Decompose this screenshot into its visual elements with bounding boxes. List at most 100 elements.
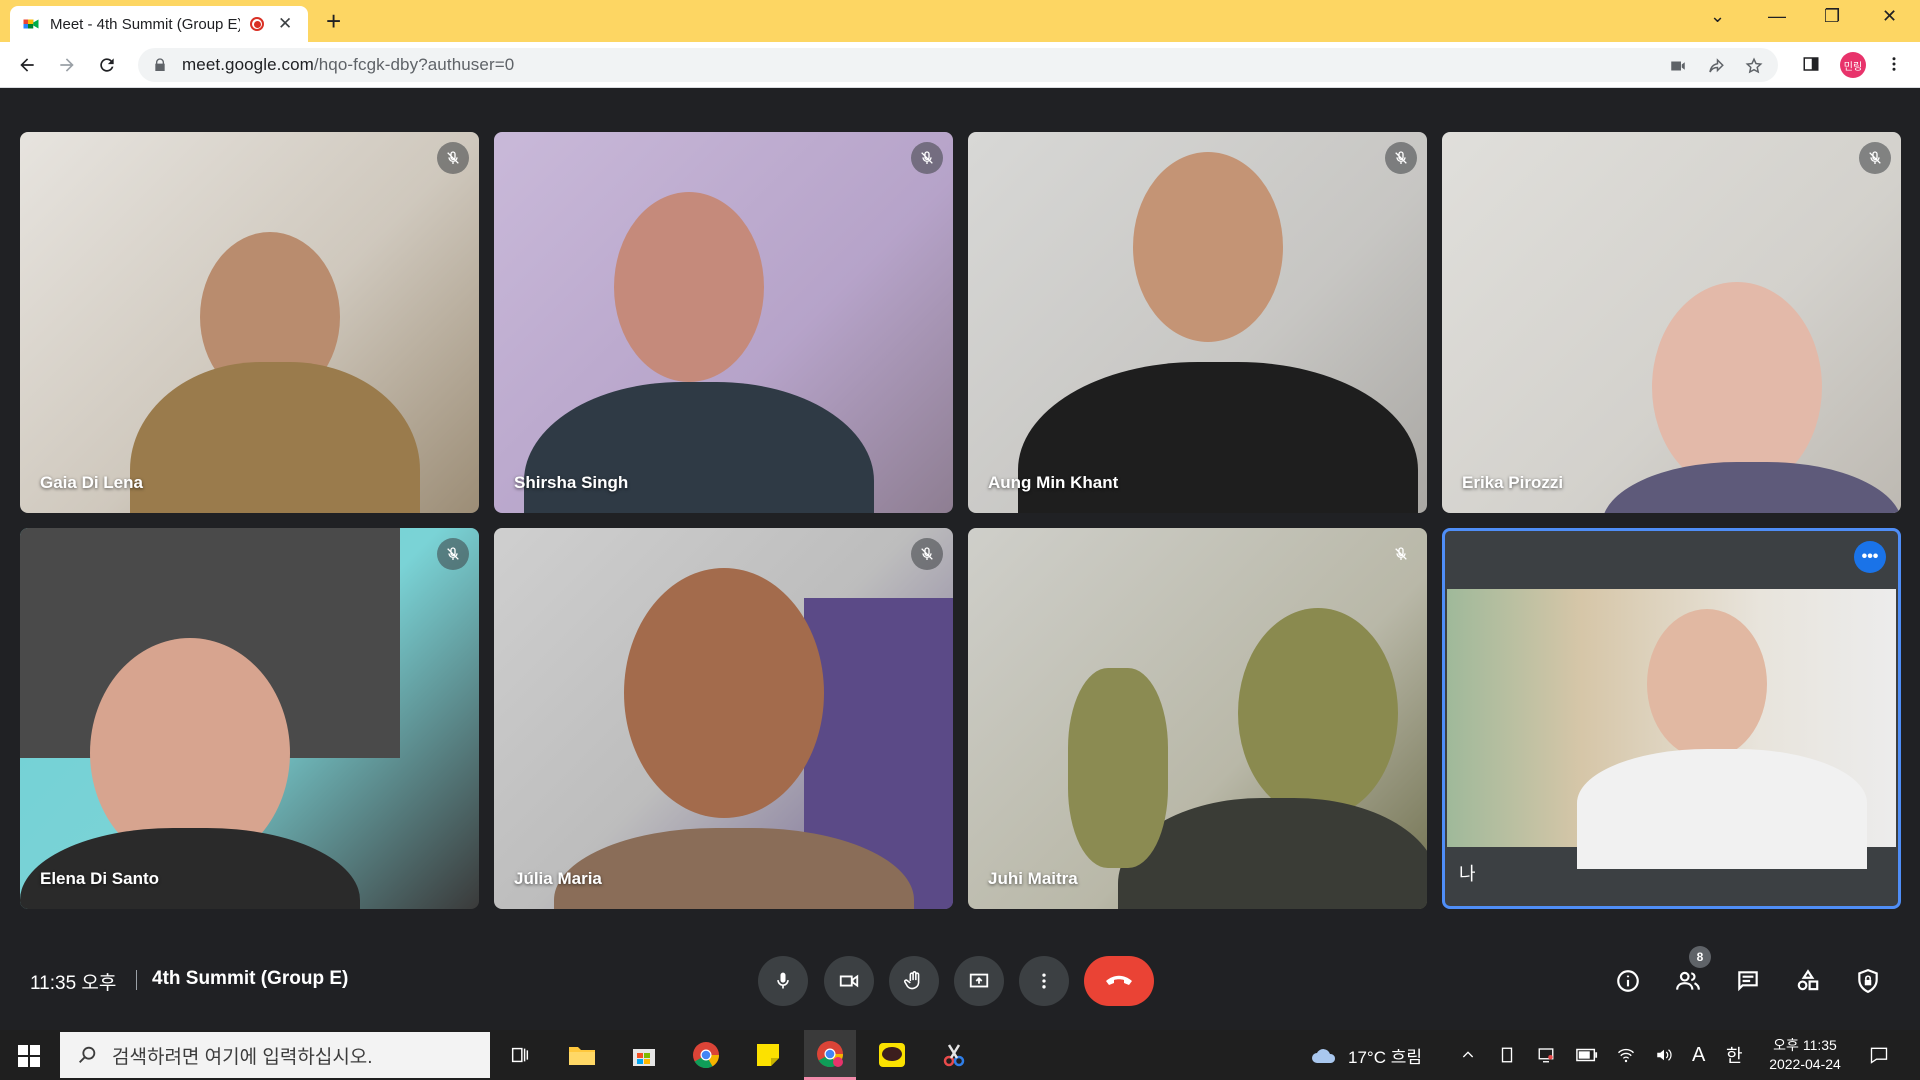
sticky-notes-app[interactable]	[742, 1030, 794, 1080]
present-screen-icon	[969, 973, 989, 988]
profile-avatar[interactable]: 민링	[1840, 52, 1866, 78]
weather-widget[interactable]: 17°C 흐림	[1310, 1030, 1422, 1080]
monitor-icon	[1538, 1048, 1554, 1063]
restore-button[interactable]: ❐	[1824, 6, 1840, 27]
participant-name: Júlia Maria	[514, 869, 602, 888]
participant-video-body	[1602, 462, 1901, 513]
address-bar[interactable]: meet.google.com/hqo-fcgk-dby?authuser=0	[138, 48, 1778, 82]
end-call-icon	[1106, 975, 1132, 985]
taskbar-clock[interactable]: 오후 11:35 2022-04-24	[1760, 1036, 1850, 1074]
participant-tile[interactable]: Shirsha Singh	[494, 132, 953, 513]
participant-name: Shirsha Singh	[514, 473, 629, 492]
forward-button[interactable]	[52, 50, 82, 80]
lock-icon	[155, 58, 165, 71]
cloud-icon	[1312, 1049, 1336, 1063]
windows-start-icon[interactable]	[18, 1045, 40, 1067]
participant-tile[interactable]: Aung Min Khant	[968, 132, 1427, 513]
sticky-notes-icon	[757, 1044, 779, 1066]
url-text: meet.google.com/hqo-fcgk-dby?authuser=0	[182, 55, 514, 75]
chrome-icon	[817, 1040, 844, 1067]
camera-button[interactable]	[824, 956, 874, 1006]
speaker-icon	[1657, 1049, 1672, 1061]
more-options-button[interactable]: •••	[1854, 541, 1886, 573]
file-explorer-app[interactable]	[556, 1030, 608, 1080]
participant-hand	[1068, 668, 1168, 868]
chrome-profile-app[interactable]	[804, 1030, 856, 1080]
mic-off-icon	[911, 538, 943, 570]
microphone-icon	[777, 972, 789, 989]
ime-mode-indicator[interactable]: A	[1692, 1030, 1705, 1080]
snipping-tool-app[interactable]	[928, 1030, 980, 1080]
more-vert-icon	[1042, 973, 1046, 989]
participant-tile[interactable]: Erika Pirozzi	[1442, 132, 1901, 513]
close-window-button[interactable]: ✕	[1882, 6, 1897, 27]
taskbar-search-input[interactable]: 검색하려면 여기에 입력하십시오.	[60, 1032, 490, 1078]
participant-tile[interactable]: Gaia Di Lena	[20, 132, 479, 513]
meeting-details-button[interactable]	[1613, 966, 1643, 996]
mic-off-icon	[437, 142, 469, 174]
bookmark-star-icon[interactable]	[1744, 56, 1764, 76]
raise-hand-button[interactable]	[889, 956, 939, 1006]
tab-title: Meet - 4th Summit (Group E)	[50, 15, 240, 33]
task-view-icon	[511, 1047, 529, 1063]
show-hidden-icons-button[interactable]	[1460, 1030, 1476, 1080]
self-view-tile[interactable]: ••• 나	[1442, 528, 1901, 909]
kakaotalk-app[interactable]	[866, 1030, 918, 1080]
clock-time: 오후 11:35	[1773, 1037, 1837, 1053]
participant-video-body	[130, 362, 420, 513]
reload-button[interactable]	[92, 50, 122, 80]
back-button[interactable]	[12, 50, 42, 80]
browser-tab-meet[interactable]: Meet - 4th Summit (Group E) ✕	[10, 6, 308, 42]
ime-language-indicator[interactable]: 한	[1726, 1030, 1743, 1080]
windows-taskbar: 검색하려면 여기에 입력하십시오. 17°C 흐림 A 한 오후 11:35 2…	[0, 1030, 1920, 1080]
task-view-button[interactable]	[494, 1030, 546, 1080]
side-panel-icon[interactable]	[1801, 54, 1821, 74]
share-icon[interactable]	[1706, 56, 1726, 76]
info-icon	[1617, 970, 1639, 992]
self-video-face	[1647, 609, 1767, 759]
meet-stage: Gaia Di Lena Shirsha Singh Aung Min Khan…	[0, 88, 1920, 1018]
activities-shapes-icon	[1797, 969, 1819, 991]
notification-center-button[interactable]	[1868, 1030, 1890, 1080]
tray-device-icon[interactable]	[1498, 1030, 1516, 1080]
participant-name: Elena Di Santo	[40, 869, 160, 888]
more-vert-icon[interactable]	[1884, 54, 1904, 74]
tray-screen-icon[interactable]	[1536, 1030, 1556, 1080]
scissors-icon	[943, 1044, 965, 1067]
people-icon	[1676, 971, 1700, 990]
new-tab-button[interactable]: +	[326, 8, 341, 34]
participant-tile[interactable]: Juhi Maitra	[968, 528, 1427, 909]
leave-call-button[interactable]	[1084, 956, 1154, 1006]
search-placeholder: 검색하려면 여기에 입력하십시오.	[112, 1046, 373, 1068]
wifi-indicator[interactable]	[1616, 1030, 1636, 1080]
meet-control-bar: 11:35 오후 4th Summit (Group E) 8	[0, 940, 1920, 1022]
self-video-body	[1577, 749, 1867, 869]
host-controls-button[interactable]	[1853, 966, 1883, 996]
participant-count-badge: 8	[1689, 946, 1711, 968]
volume-indicator[interactable]	[1654, 1030, 1674, 1080]
browser-toolbar: meet.google.com/hqo-fcgk-dby?authuser=0 …	[0, 42, 1920, 88]
battery-icon	[1576, 1048, 1598, 1062]
participant-tile[interactable]: Júlia Maria	[494, 528, 953, 909]
tab-search-chevron-icon[interactable]: ⌄	[1710, 6, 1725, 27]
video-camera-icon	[839, 974, 859, 988]
show-everyone-button[interactable]	[1673, 966, 1703, 996]
present-screen-button[interactable]	[954, 956, 1004, 1006]
chrome-app[interactable]	[680, 1030, 732, 1080]
more-options-button[interactable]	[1019, 956, 1069, 1006]
shield-lock-icon	[1858, 969, 1878, 994]
tab-close-icon[interactable]: ✕	[278, 14, 292, 34]
microsoft-store-app[interactable]	[618, 1030, 670, 1080]
participant-video	[614, 192, 764, 382]
activities-button[interactable]	[1793, 966, 1823, 996]
participant-video	[1652, 282, 1822, 492]
reload-icon	[100, 58, 114, 72]
chat-button[interactable]	[1733, 966, 1763, 996]
folder-icon	[569, 1047, 595, 1065]
participant-tile[interactable]: Elena Di Santo	[20, 528, 479, 909]
camera-in-use-icon[interactable]	[1668, 56, 1688, 76]
meeting-title: 4th Summit (Group E)	[152, 968, 349, 989]
minimize-button[interactable]: —	[1768, 6, 1786, 27]
microphone-button[interactable]	[758, 956, 808, 1006]
battery-indicator[interactable]	[1576, 1030, 1598, 1080]
